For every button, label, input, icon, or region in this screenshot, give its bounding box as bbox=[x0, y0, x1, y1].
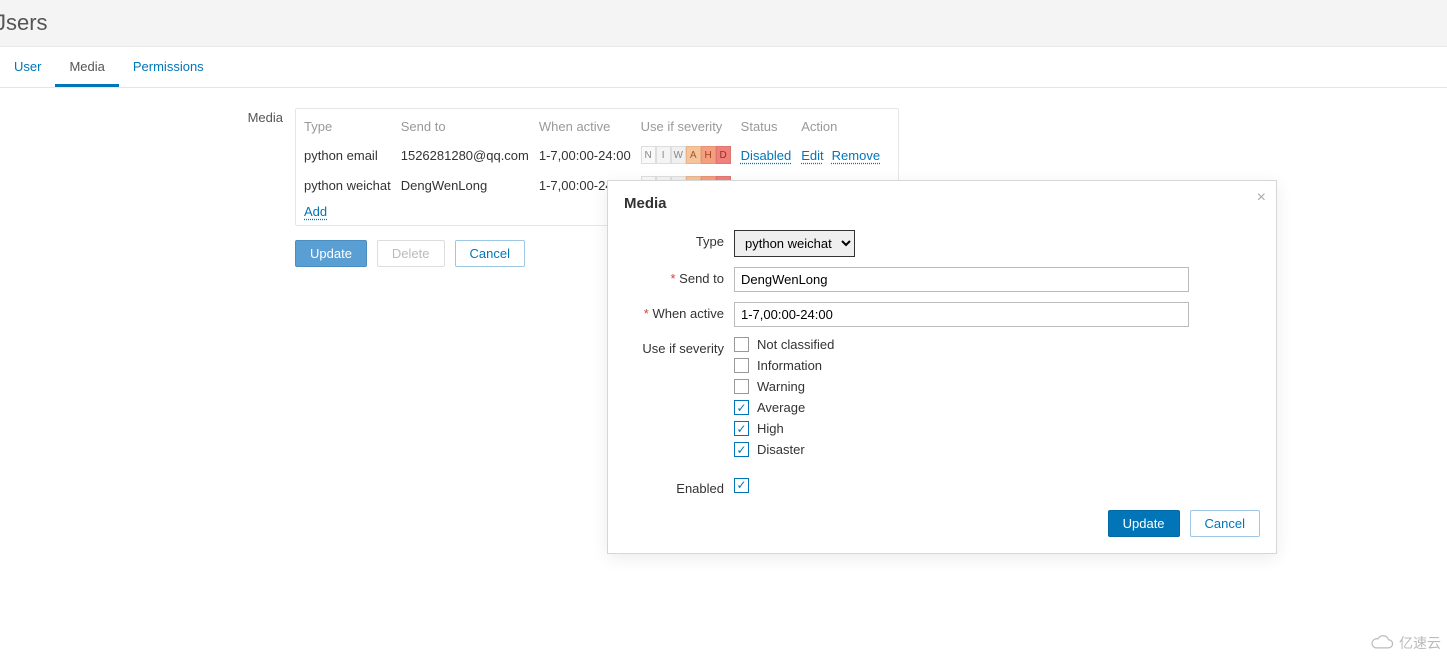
sev-A: A bbox=[686, 146, 701, 164]
media-section-label: Media bbox=[0, 108, 295, 226]
severity-label: High bbox=[757, 421, 784, 436]
add-media-link[interactable]: Add bbox=[304, 204, 327, 219]
severity-label: Disaster bbox=[757, 442, 805, 457]
modal-label-enabled: Enabled bbox=[624, 477, 734, 496]
cell-severity: NIWAHD bbox=[641, 140, 741, 170]
col-status: Status bbox=[741, 115, 802, 140]
table-row: python email1526281280@qq.com1-7,00:00-2… bbox=[304, 140, 890, 170]
col-action: Action bbox=[801, 115, 890, 140]
severity-checkbox-2[interactable] bbox=[734, 379, 749, 394]
severity-label: Warning bbox=[757, 379, 805, 394]
severity-label: Not classified bbox=[757, 337, 834, 352]
sev-W: W bbox=[671, 146, 686, 164]
col-severity: Use if severity bbox=[641, 115, 741, 140]
cloud-icon bbox=[1369, 634, 1395, 652]
cell-type: python weichat bbox=[304, 170, 401, 200]
sev-I: I bbox=[656, 146, 671, 164]
tab-media[interactable]: Media bbox=[55, 47, 118, 87]
severity-label: Information bbox=[757, 358, 822, 373]
modal-label-type: Type bbox=[624, 230, 734, 249]
cell-action: Edit Remove bbox=[801, 140, 890, 170]
tab-permissions[interactable]: Permissions bbox=[119, 47, 218, 87]
sendto-input[interactable] bbox=[734, 267, 1189, 292]
severity-checkbox-0[interactable] bbox=[734, 337, 749, 352]
col-type: Type bbox=[304, 115, 401, 140]
modal-label-sendto: Send to bbox=[679, 271, 724, 286]
cancel-button[interactable]: Cancel bbox=[455, 240, 525, 267]
severity-label: Average bbox=[757, 400, 805, 415]
page-title: Jsers bbox=[0, 10, 1447, 36]
update-button[interactable]: Update bbox=[295, 240, 367, 267]
delete-button: Delete bbox=[377, 240, 445, 267]
modal-title: Media bbox=[624, 195, 1260, 212]
cell-sendto: DengWenLong bbox=[401, 170, 539, 200]
enabled-checkbox[interactable] bbox=[734, 478, 749, 493]
cell-type: python email bbox=[304, 140, 401, 170]
edit-link[interactable]: Edit bbox=[801, 148, 823, 163]
severity-checkbox-4[interactable] bbox=[734, 421, 749, 436]
severity-checkbox-3[interactable] bbox=[734, 400, 749, 415]
col-whenactive: When active bbox=[539, 115, 641, 140]
sev-D: D bbox=[716, 146, 731, 164]
severity-checkbox-5[interactable] bbox=[734, 442, 749, 457]
cell-whenactive: 1-7,00:00-24:00 bbox=[539, 140, 641, 170]
watermark: 亿速云 bbox=[1369, 633, 1441, 653]
sev-H: H bbox=[701, 146, 716, 164]
close-icon[interactable]: × bbox=[1257, 189, 1266, 207]
tabs: User Media Permissions bbox=[0, 47, 1447, 88]
remove-link[interactable]: Remove bbox=[832, 148, 880, 163]
cell-status[interactable]: Disabled bbox=[741, 140, 802, 170]
sev-N: N bbox=[641, 146, 656, 164]
modal-update-button[interactable]: Update bbox=[1108, 510, 1180, 537]
col-sendto: Send to bbox=[401, 115, 539, 140]
media-modal: × Media Type python weichat * Send to * … bbox=[607, 180, 1277, 554]
modal-cancel-button[interactable]: Cancel bbox=[1190, 510, 1260, 537]
type-select[interactable]: python weichat bbox=[734, 230, 855, 257]
tab-user[interactable]: User bbox=[0, 47, 55, 87]
whenactive-input[interactable] bbox=[734, 302, 1189, 327]
modal-label-severity: Use if severity bbox=[624, 337, 734, 356]
modal-label-whenactive: When active bbox=[652, 306, 724, 321]
cell-sendto: 1526281280@qq.com bbox=[401, 140, 539, 170]
severity-checkbox-1[interactable] bbox=[734, 358, 749, 373]
